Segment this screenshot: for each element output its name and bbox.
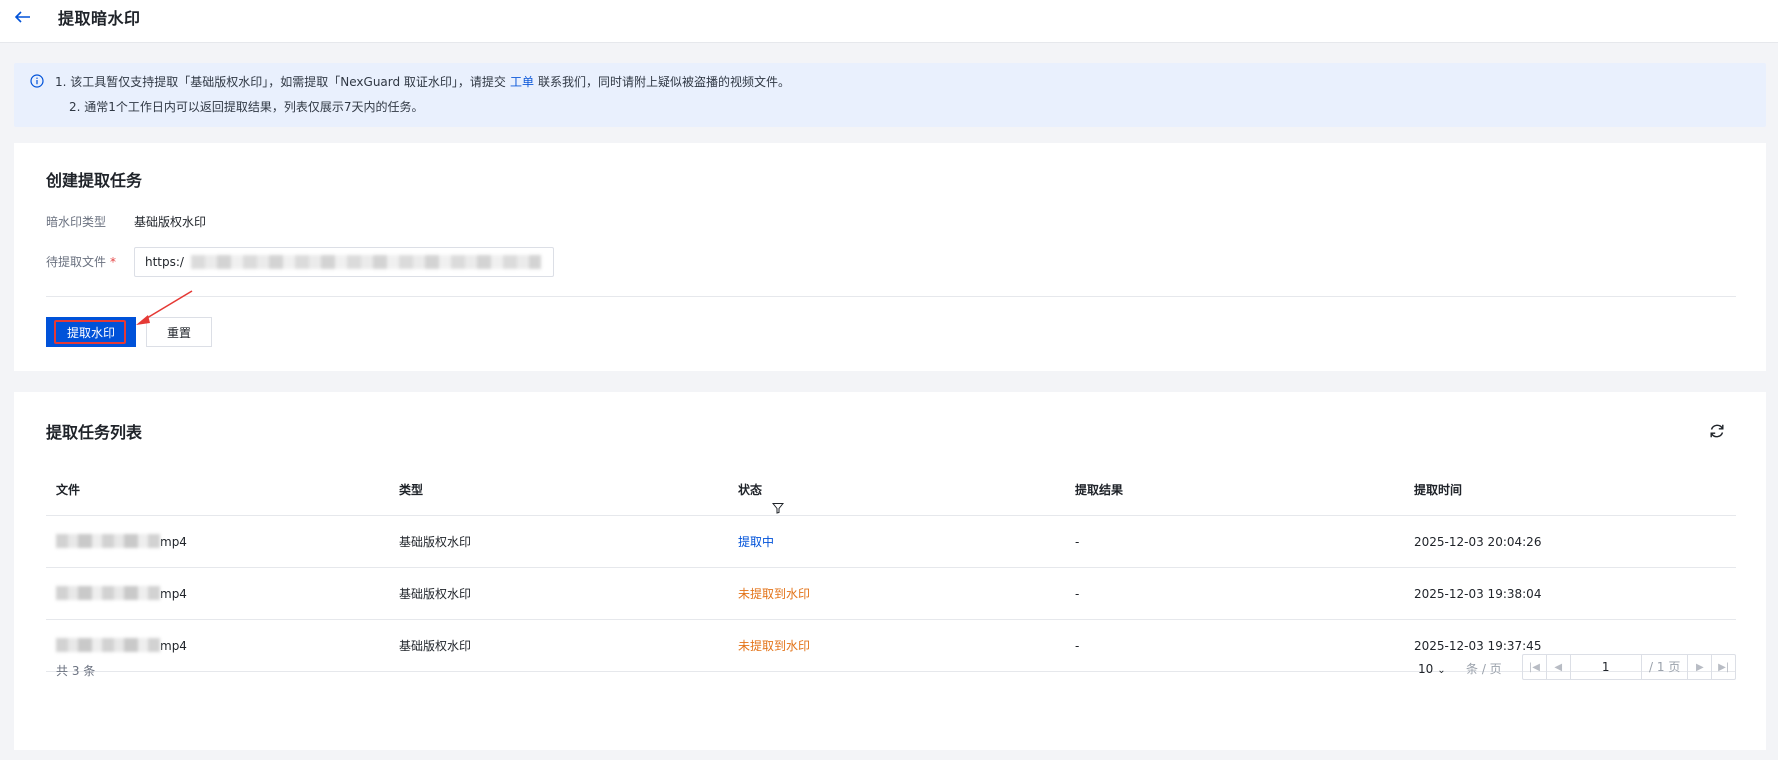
total-pages: / 1 页 [1649,660,1681,674]
form-divider [46,296,1736,297]
pager: |◀ ◀ 1 / 1 页 ▶ ▶| [1522,654,1736,680]
per-page-label: 条 / 页 [1466,662,1502,676]
page-size-value: 10 [1418,662,1434,676]
row-time: 2025-12-03 19:38:04 [1414,587,1542,601]
pagination-bar: 共 3 条 10 ⌄ 条 / 页 |◀ ◀ 1 / 1 页 ▶ ▶| [46,654,1736,684]
ticket-link[interactable]: 工单 [510,75,534,89]
file-url-value: https:/ [145,255,184,269]
row-result: - [1075,535,1080,549]
row-result: - [1075,587,1080,601]
row-file-ext: mp4 [160,535,187,549]
refresh-icon[interactable] [1708,422,1726,440]
reset-button[interactable]: 重置 [146,317,212,347]
next-page-icon[interactable]: ▶ [1687,655,1711,679]
row-file-ext: mp4 [160,587,187,601]
row-file: mp4 [56,516,187,568]
prev-page-icon[interactable]: ◀ [1547,655,1571,679]
notice-line-1: 1. 该工具暂仅支持提取「基础版权水印」，如需提取「NexGuard 取证水印」… [55,73,790,90]
page-size-select[interactable]: 10 ⌄ [1418,654,1446,684]
row-file: mp4 [56,568,187,620]
table-header: 文件 类型 状态 提取结果 提取时间 [46,464,1736,516]
blurred-filename [56,534,160,548]
blurred-filename [56,638,160,652]
row-file-ext: mp4 [160,639,187,653]
blurred-url [191,255,541,269]
chevron-down-icon: ⌄ [1437,665,1446,676]
info-icon [30,74,44,88]
create-task-title: 创建提取任务 [46,171,143,190]
file-url-input[interactable]: https:/ [134,247,554,277]
required-mark: * [110,255,117,269]
row-status: 提取中 [738,535,775,549]
task-list-title: 提取任务列表 [46,423,143,442]
row-status: 未提取到水印 [738,587,811,601]
notice-line-2: 2. 通常1个工作日内可以返回提取结果，列表仅展示7天内的任务。 [69,100,424,114]
watermark-type-label: 暗水印类型 [46,215,107,229]
file-label: 待提取文件 * [46,253,116,270]
file-label-text: 待提取文件 [46,255,107,269]
watermark-type-value: 基础版权水印 [134,215,207,229]
row-type: 基础版权水印 [399,535,472,549]
notice-line-1-suffix: 联系我们，同时请附上疑似被盗播的视频文件。 [537,75,790,89]
col-time: 提取时间 [1414,483,1463,497]
total-count: 共 3 条 [56,664,96,678]
col-file: 文件 [56,483,81,497]
col-status: 状态 [738,464,785,516]
col-type: 类型 [399,483,424,497]
blurred-filename [56,586,160,600]
row-type: 基础版权水印 [399,587,472,601]
top-bar: 提取暗水印 [0,0,1778,43]
page-input[interactable]: 1 [1571,655,1642,679]
create-task-card: 创建提取任务 暗水印类型 基础版权水印 待提取文件 * https:/ 提取水印 … [14,143,1766,371]
filter-icon[interactable] [772,484,785,514]
task-table: 文件 类型 状态 提取结果 提取时间 mp4 基础版权水印 提取中 - 2025… [46,464,1736,672]
row-time: 2025-12-03 20:04:26 [1414,535,1542,549]
col-result: 提取结果 [1075,483,1124,497]
last-page-icon[interactable]: ▶| [1711,655,1735,679]
extract-watermark-button[interactable]: 提取水印 [46,317,136,347]
col-status-label: 状态 [738,483,763,497]
table-row: mp4 基础版权水印 未提取到水印 - 2025-12-03 19:38:04 [46,568,1736,620]
table-row: mp4 基础版权水印 提取中 - 2025-12-03 20:04:26 [46,516,1736,568]
notice-banner: 1. 该工具暂仅支持提取「基础版权水印」，如需提取「NexGuard 取证水印」… [14,63,1766,127]
back-arrow-icon[interactable] [12,6,34,28]
page-title: 提取暗水印 [58,9,141,28]
first-page-icon[interactable]: |◀ [1523,655,1547,679]
notice-line-1-prefix: 1. 该工具暂仅支持提取「基础版权水印」，如需提取「NexGuard 取证水印」… [55,75,506,89]
task-list-card: 提取任务列表 文件 类型 状态 提取结果 提取时间 mp4 基础版权水印 提取中 [14,392,1766,750]
